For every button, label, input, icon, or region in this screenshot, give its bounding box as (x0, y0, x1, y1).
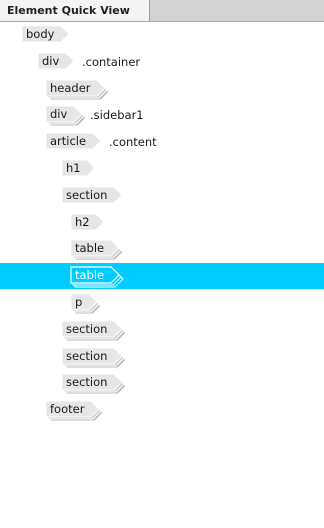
tree-node-header[interactable]: header (0, 76, 324, 102)
tree-node-div[interactable]: div .container (0, 49, 324, 75)
tree-node-section[interactable]: section (0, 317, 324, 343)
element-quick-view-panel: Element Quick View body div .container head… (0, 0, 324, 528)
tag-name: h2 (75, 214, 90, 229)
tag-name: table (75, 268, 105, 283)
tree-node-article[interactable]: article .content (0, 129, 324, 155)
tree-node-p[interactable]: p (0, 290, 324, 316)
tag-name: article (50, 134, 87, 149)
tag-chip[interactable]: body (21, 25, 75, 44)
tag-name: div (50, 107, 68, 122)
tree-node-table[interactable]: table (0, 236, 324, 262)
tag-name: h1 (66, 161, 81, 175)
tree-node-table[interactable]: table (0, 263, 324, 290)
tag-chip[interactable]: section (61, 347, 128, 369)
selector-label: .sidebar1 (90, 108, 144, 123)
tag-name: section (66, 187, 108, 202)
tab-element-quick-view[interactable]: Element Quick View (0, 0, 150, 21)
tag-chip[interactable]: p (70, 293, 103, 315)
tag-chip[interactable]: footer (45, 400, 105, 422)
tag-chip[interactable]: header (45, 79, 111, 101)
tag-chip[interactable]: div (37, 52, 80, 71)
tag-chip[interactable]: h2 (70, 213, 110, 232)
tag-name: section (66, 375, 108, 390)
tag-chip[interactable]: div (45, 105, 88, 127)
tag-chip[interactable]: table (70, 239, 125, 261)
tag-name: body (26, 27, 55, 41)
tag-chip[interactable]: section (61, 186, 128, 205)
tag-chip[interactable]: h1 (61, 159, 101, 178)
tree-node-h1[interactable]: h1 (0, 156, 324, 182)
selector-label: .content (109, 135, 157, 150)
tree-node-section[interactable]: section (0, 183, 324, 209)
tag-chip[interactable]: table (70, 266, 125, 288)
tree-node-section[interactable]: section (0, 370, 324, 396)
tree-node-footer[interactable]: footer (0, 397, 324, 423)
tag-name: footer (50, 402, 85, 417)
tag-name: table (75, 241, 105, 256)
tree-node-div[interactable]: div .sidebar1 (0, 102, 324, 128)
panel-tab-strip: Element Quick View (0, 0, 324, 22)
tree-node-section[interactable]: section (0, 344, 324, 370)
tree-node-h2[interactable]: h2 (0, 210, 324, 236)
tag-name: header (50, 80, 91, 95)
tree-node-body[interactable]: body (0, 22, 324, 48)
tag-name: section (66, 321, 108, 336)
selector-label: .container (82, 54, 141, 69)
tag-chip[interactable]: section (61, 373, 128, 395)
tag-chip[interactable]: article (45, 132, 107, 151)
tag-name: div (42, 53, 60, 68)
tag-name: section (66, 348, 108, 363)
tag-name: p (75, 295, 83, 309)
tag-chip[interactable]: section (61, 320, 128, 342)
